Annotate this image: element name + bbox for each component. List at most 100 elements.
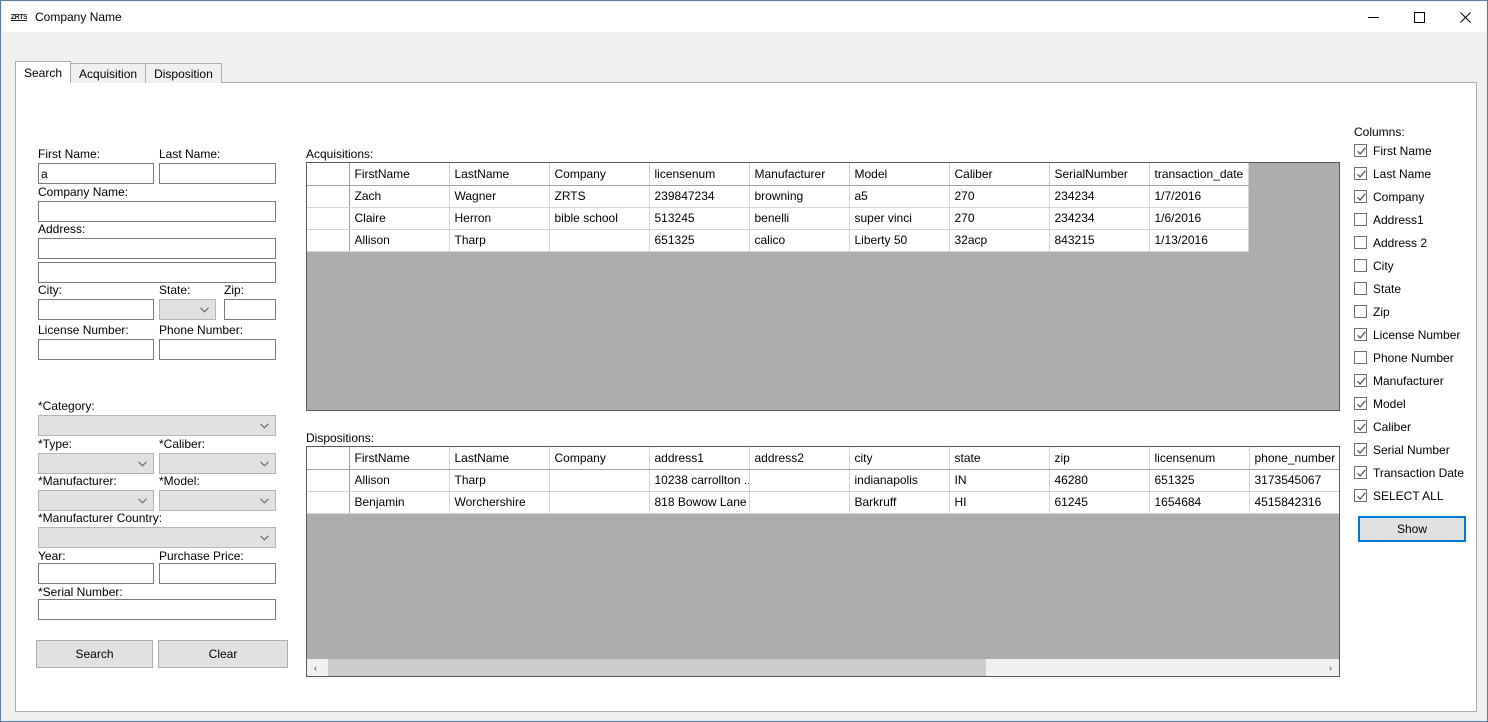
city-input[interactable] (38, 299, 154, 320)
table-cell[interactable]: Worchershire (449, 491, 550, 514)
table-cell[interactable]: Tharp (449, 229, 550, 252)
acquisitions-row-header-corner[interactable] (307, 163, 350, 186)
minimize-icon[interactable] (1350, 2, 1396, 32)
serial-number-input[interactable] (38, 599, 276, 620)
dispositions-column-header[interactable]: state (949, 447, 1050, 470)
table-cell[interactable]: Herron (449, 207, 550, 230)
dispositions-hscrollbar[interactable]: ‹ › (307, 659, 1339, 676)
dispositions-column-header[interactable]: address1 (649, 447, 750, 470)
column-checkbox-address1[interactable]: Address1 (1354, 208, 1484, 231)
category-dropdown[interactable] (38, 415, 276, 436)
table-cell[interactable]: ZRTS (549, 185, 650, 208)
show-button[interactable]: Show (1358, 516, 1466, 542)
address1-input[interactable] (38, 238, 276, 259)
table-cell[interactable]: 1/13/2016 (1149, 229, 1249, 252)
row-selector[interactable] (307, 185, 350, 208)
row-selector[interactable] (307, 207, 350, 230)
column-checkbox-state[interactable]: State (1354, 277, 1484, 300)
scroll-left-icon[interactable]: ‹ (307, 659, 324, 676)
table-cell[interactable]: 61245 (1049, 491, 1150, 514)
acquisitions-column-header[interactable]: LastName (449, 163, 550, 186)
table-row[interactable]: Allison Tharp 651325 calico Liberty 50 32acp 8… (307, 229, 1249, 252)
dispositions-row-header-corner[interactable] (307, 447, 350, 470)
acquisitions-column-header[interactable]: Company (549, 163, 650, 186)
table-cell[interactable]: benelli (749, 207, 850, 230)
column-checkbox-caliber[interactable]: Caliber (1354, 415, 1484, 438)
table-cell[interactable]: 46280 (1049, 469, 1150, 492)
column-checkbox-manufacturer[interactable]: Manufacturer (1354, 369, 1484, 392)
scroll-right-icon[interactable]: › (1322, 659, 1339, 676)
table-cell[interactable] (749, 469, 850, 492)
row-selector[interactable] (307, 469, 350, 492)
column-checkbox-zip[interactable]: Zip (1354, 300, 1484, 323)
table-cell[interactable]: 1654684 (1149, 491, 1250, 514)
dispositions-column-header[interactable]: address2 (749, 447, 850, 470)
column-checkbox-model[interactable]: Model (1354, 392, 1484, 415)
hscroll-track[interactable] (324, 659, 1322, 676)
type-dropdown[interactable] (38, 453, 154, 474)
acquisitions-column-header[interactable]: transaction_date (1149, 163, 1249, 186)
column-checkbox-address-2[interactable]: Address 2 (1354, 231, 1484, 254)
acquisitions-column-header[interactable]: licensenum (649, 163, 750, 186)
model-dropdown[interactable] (159, 490, 276, 511)
table-cell[interactable]: super vinci (849, 207, 950, 230)
table-cell[interactable]: 239847234 (649, 185, 750, 208)
zip-input[interactable] (224, 299, 276, 320)
column-checkbox-city[interactable]: City (1354, 254, 1484, 277)
dispositions-column-header[interactable]: LastName (449, 447, 550, 470)
dispositions-grid[interactable]: FirstName LastName Company address1 address2… (306, 446, 1340, 677)
caliber-dropdown[interactable] (159, 453, 276, 474)
table-cell[interactable] (549, 469, 650, 492)
table-cell[interactable]: 843215 (1049, 229, 1150, 252)
table-cell[interactable] (549, 229, 650, 252)
table-cell[interactable]: Claire (349, 207, 450, 230)
search-button[interactable]: Search (36, 640, 153, 668)
table-row[interactable]: Zach Wagner ZRTS 239847234 browning a5 270 2342… (307, 185, 1249, 208)
table-cell[interactable]: Allison (349, 469, 450, 492)
acquisitions-column-header[interactable]: SerialNumber (1049, 163, 1150, 186)
column-checkbox-company[interactable]: Company (1354, 185, 1484, 208)
dispositions-column-header[interactable]: FirstName (349, 447, 450, 470)
dispositions-column-header[interactable]: city (849, 447, 950, 470)
first-name-input[interactable] (38, 163, 154, 184)
acquisitions-column-header[interactable]: Model (849, 163, 950, 186)
state-dropdown[interactable] (159, 299, 216, 320)
tab-disposition[interactable]: Disposition (145, 63, 222, 83)
acquisitions-column-header[interactable]: Caliber (949, 163, 1050, 186)
license-number-input[interactable] (38, 339, 154, 360)
dispositions-column-header[interactable]: licensenum (1149, 447, 1250, 470)
table-cell[interactable] (549, 491, 650, 514)
table-cell[interactable]: 10238 carrollton ... (649, 469, 750, 492)
table-cell[interactable]: Barkruff (849, 491, 950, 514)
table-cell[interactable]: 234234 (1049, 207, 1150, 230)
table-cell[interactable]: 4515842316 (1249, 491, 1339, 514)
address2-input[interactable] (38, 262, 276, 283)
year-input[interactable] (38, 563, 154, 584)
table-cell[interactable] (749, 491, 850, 514)
tab-search[interactable]: Search (15, 61, 72, 83)
column-checkbox-select-all[interactable]: SELECT ALL (1354, 484, 1484, 507)
manufacturer-country-dropdown[interactable] (38, 527, 276, 548)
maximize-icon[interactable] (1396, 2, 1442, 32)
table-cell[interactable]: IN (949, 469, 1050, 492)
table-cell[interactable]: 1/7/2016 (1149, 185, 1249, 208)
manufacturer-dropdown[interactable] (38, 490, 154, 511)
table-cell[interactable]: a5 (849, 185, 950, 208)
table-cell[interactable]: 32acp (949, 229, 1050, 252)
row-selector[interactable] (307, 491, 350, 514)
phone-number-input[interactable] (159, 339, 276, 360)
table-cell[interactable]: Benjamin (349, 491, 450, 514)
company-name-input[interactable] (38, 201, 276, 222)
acquisitions-grid[interactable]: FirstName LastName Company licensenum Manufa… (306, 162, 1340, 411)
close-icon[interactable] (1442, 2, 1487, 32)
table-cell[interactable]: indianapolis (849, 469, 950, 492)
table-cell[interactable]: HI (949, 491, 1050, 514)
tab-acquisition[interactable]: Acquisition (70, 63, 147, 83)
column-checkbox-last-name[interactable]: Last Name (1354, 162, 1484, 185)
table-cell[interactable]: Wagner (449, 185, 550, 208)
table-cell[interactable]: Tharp (449, 469, 550, 492)
table-row[interactable]: Benjamin Worchershire 818 Bowow Lane Barkru… (307, 491, 1339, 514)
table-cell[interactable]: 270 (949, 185, 1050, 208)
table-cell[interactable]: browning (749, 185, 850, 208)
column-checkbox-transaction-date[interactable]: Transaction Date (1354, 461, 1484, 484)
